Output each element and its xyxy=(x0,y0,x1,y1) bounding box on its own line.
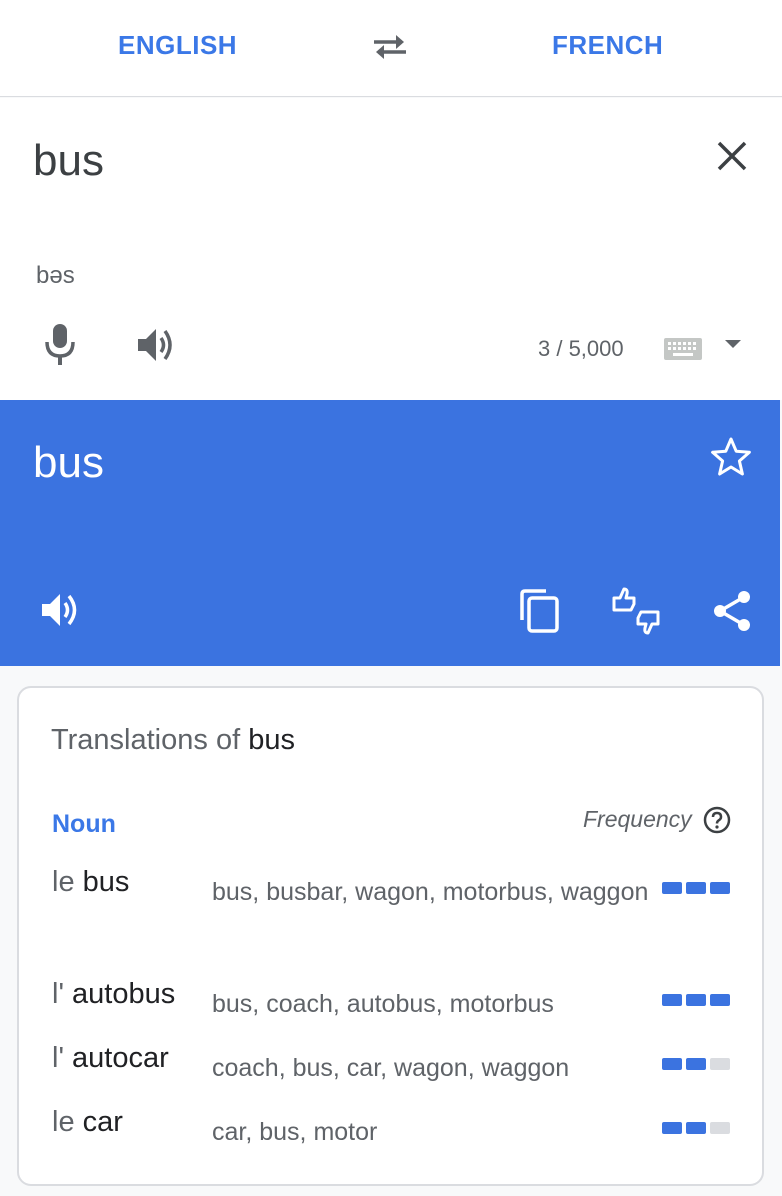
share-icon[interactable] xyxy=(712,590,752,632)
frequency-label: Frequency xyxy=(583,806,692,832)
translations-title: Translations of bus xyxy=(51,724,295,757)
speaker-icon[interactable] xyxy=(136,326,176,364)
word: autobus xyxy=(72,978,176,1010)
frequency-bars xyxy=(662,1058,732,1070)
help-circle-icon[interactable] xyxy=(703,806,731,834)
frequency-bar-empty xyxy=(710,1058,730,1070)
frequency-bar-filled xyxy=(686,1122,706,1134)
frequency-bar-filled xyxy=(686,1058,706,1070)
frequency-bars xyxy=(662,1122,732,1134)
swap-arrows-icon[interactable] xyxy=(370,32,410,62)
frequency-bar-filled xyxy=(710,882,730,894)
article: le xyxy=(52,866,83,898)
target-language-button[interactable]: FRENCH xyxy=(552,30,663,61)
article: l' xyxy=(52,1042,73,1074)
synonyms: bus, busbar, wagon, motorbus, waggon xyxy=(212,878,649,906)
source-input-panel[interactable]: bus bəs 3 / 5,000 xyxy=(0,98,782,400)
translation-output-panel: bus xyxy=(0,400,780,666)
thumbs-feedback-icon[interactable] xyxy=(610,586,662,636)
close-icon[interactable] xyxy=(712,136,752,176)
phonetic-transcription: bəs xyxy=(36,262,75,289)
copy-icon[interactable] xyxy=(518,588,560,634)
translations-card: Translations of bus Noun Frequency le bu… xyxy=(17,686,764,1186)
synonyms: car, bus, motor xyxy=(212,1118,378,1146)
caret-down-icon[interactable] xyxy=(724,338,742,350)
frequency-bar-filled xyxy=(662,882,682,894)
translated-text: bus xyxy=(33,438,104,487)
frequency-bar-filled xyxy=(662,994,682,1006)
article: l' xyxy=(52,978,73,1010)
translation-word: l' autobus xyxy=(52,978,175,1011)
frequency-bar-filled xyxy=(686,882,706,894)
word: car xyxy=(82,1106,123,1138)
frequency-bar-empty xyxy=(710,1122,730,1134)
frequency-bar-filled xyxy=(662,1122,682,1134)
translation-word: le bus xyxy=(52,866,129,899)
article: le xyxy=(52,1106,83,1138)
character-count: 3 / 5,000 xyxy=(538,336,624,361)
star-outline-icon[interactable] xyxy=(710,436,752,478)
source-language-button[interactable]: ENGLISH xyxy=(118,30,237,61)
word: autocar xyxy=(72,1042,169,1074)
frequency-bar-filled xyxy=(710,994,730,1006)
word: bus xyxy=(82,866,130,898)
frequency-bar-filled xyxy=(662,1058,682,1070)
translations-query: bus xyxy=(248,724,295,756)
frequency-bars xyxy=(662,994,732,1006)
translation-word: l' autocar xyxy=(52,1042,169,1075)
source-text[interactable]: bus xyxy=(33,136,104,186)
keyboard-icon[interactable] xyxy=(664,338,702,360)
translations-title-prefix: Translations of xyxy=(51,724,249,756)
translation-word: le car xyxy=(52,1106,123,1139)
speaker-icon[interactable] xyxy=(40,590,82,630)
part-of-speech-label: Noun xyxy=(52,810,116,838)
synonyms: bus, coach, autobus, motorbus xyxy=(212,990,554,1018)
language-bar: ENGLISH FRENCH xyxy=(0,0,782,97)
synonyms: coach, bus, car, wagon, waggon xyxy=(212,1054,570,1082)
mic-icon[interactable] xyxy=(43,324,77,366)
frequency-bar-filled xyxy=(686,994,706,1006)
frequency-bars xyxy=(662,882,732,894)
